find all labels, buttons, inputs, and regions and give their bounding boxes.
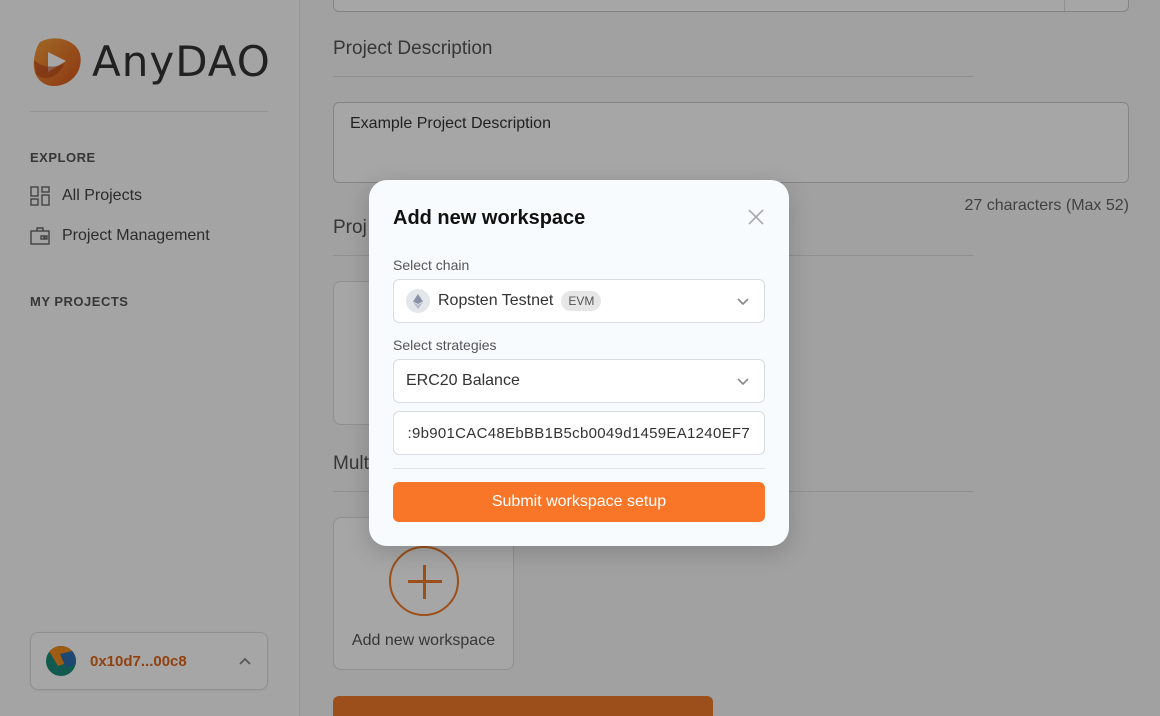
add-workspace-modal: Add new workspace Select chain Ropsten T… xyxy=(369,180,789,546)
strategy-select-value: ERC20 Balance xyxy=(406,372,520,389)
chevron-down-icon xyxy=(736,294,750,308)
token-address-input[interactable]: :9b901CAC48EbBB1B5cb0049d1459EA1240EF7 xyxy=(393,411,765,455)
chain-select[interactable]: Ropsten Testnet EVM xyxy=(393,279,765,323)
select-chain-label: Select chain xyxy=(393,257,470,273)
chain-select-value: Ropsten Testnet xyxy=(438,292,554,309)
modal-title: Add new workspace xyxy=(393,207,586,229)
ethereum-icon xyxy=(406,289,430,313)
select-strategies-label: Select strategies xyxy=(393,337,497,353)
strategy-select[interactable]: ERC20 Balance xyxy=(393,359,765,403)
chevron-down-icon xyxy=(736,374,750,388)
close-icon[interactable] xyxy=(747,208,765,226)
chain-type-badge: EVM xyxy=(561,291,602,311)
submit-workspace-button[interactable]: Submit workspace setup xyxy=(393,482,765,522)
modal-divider xyxy=(393,468,765,469)
